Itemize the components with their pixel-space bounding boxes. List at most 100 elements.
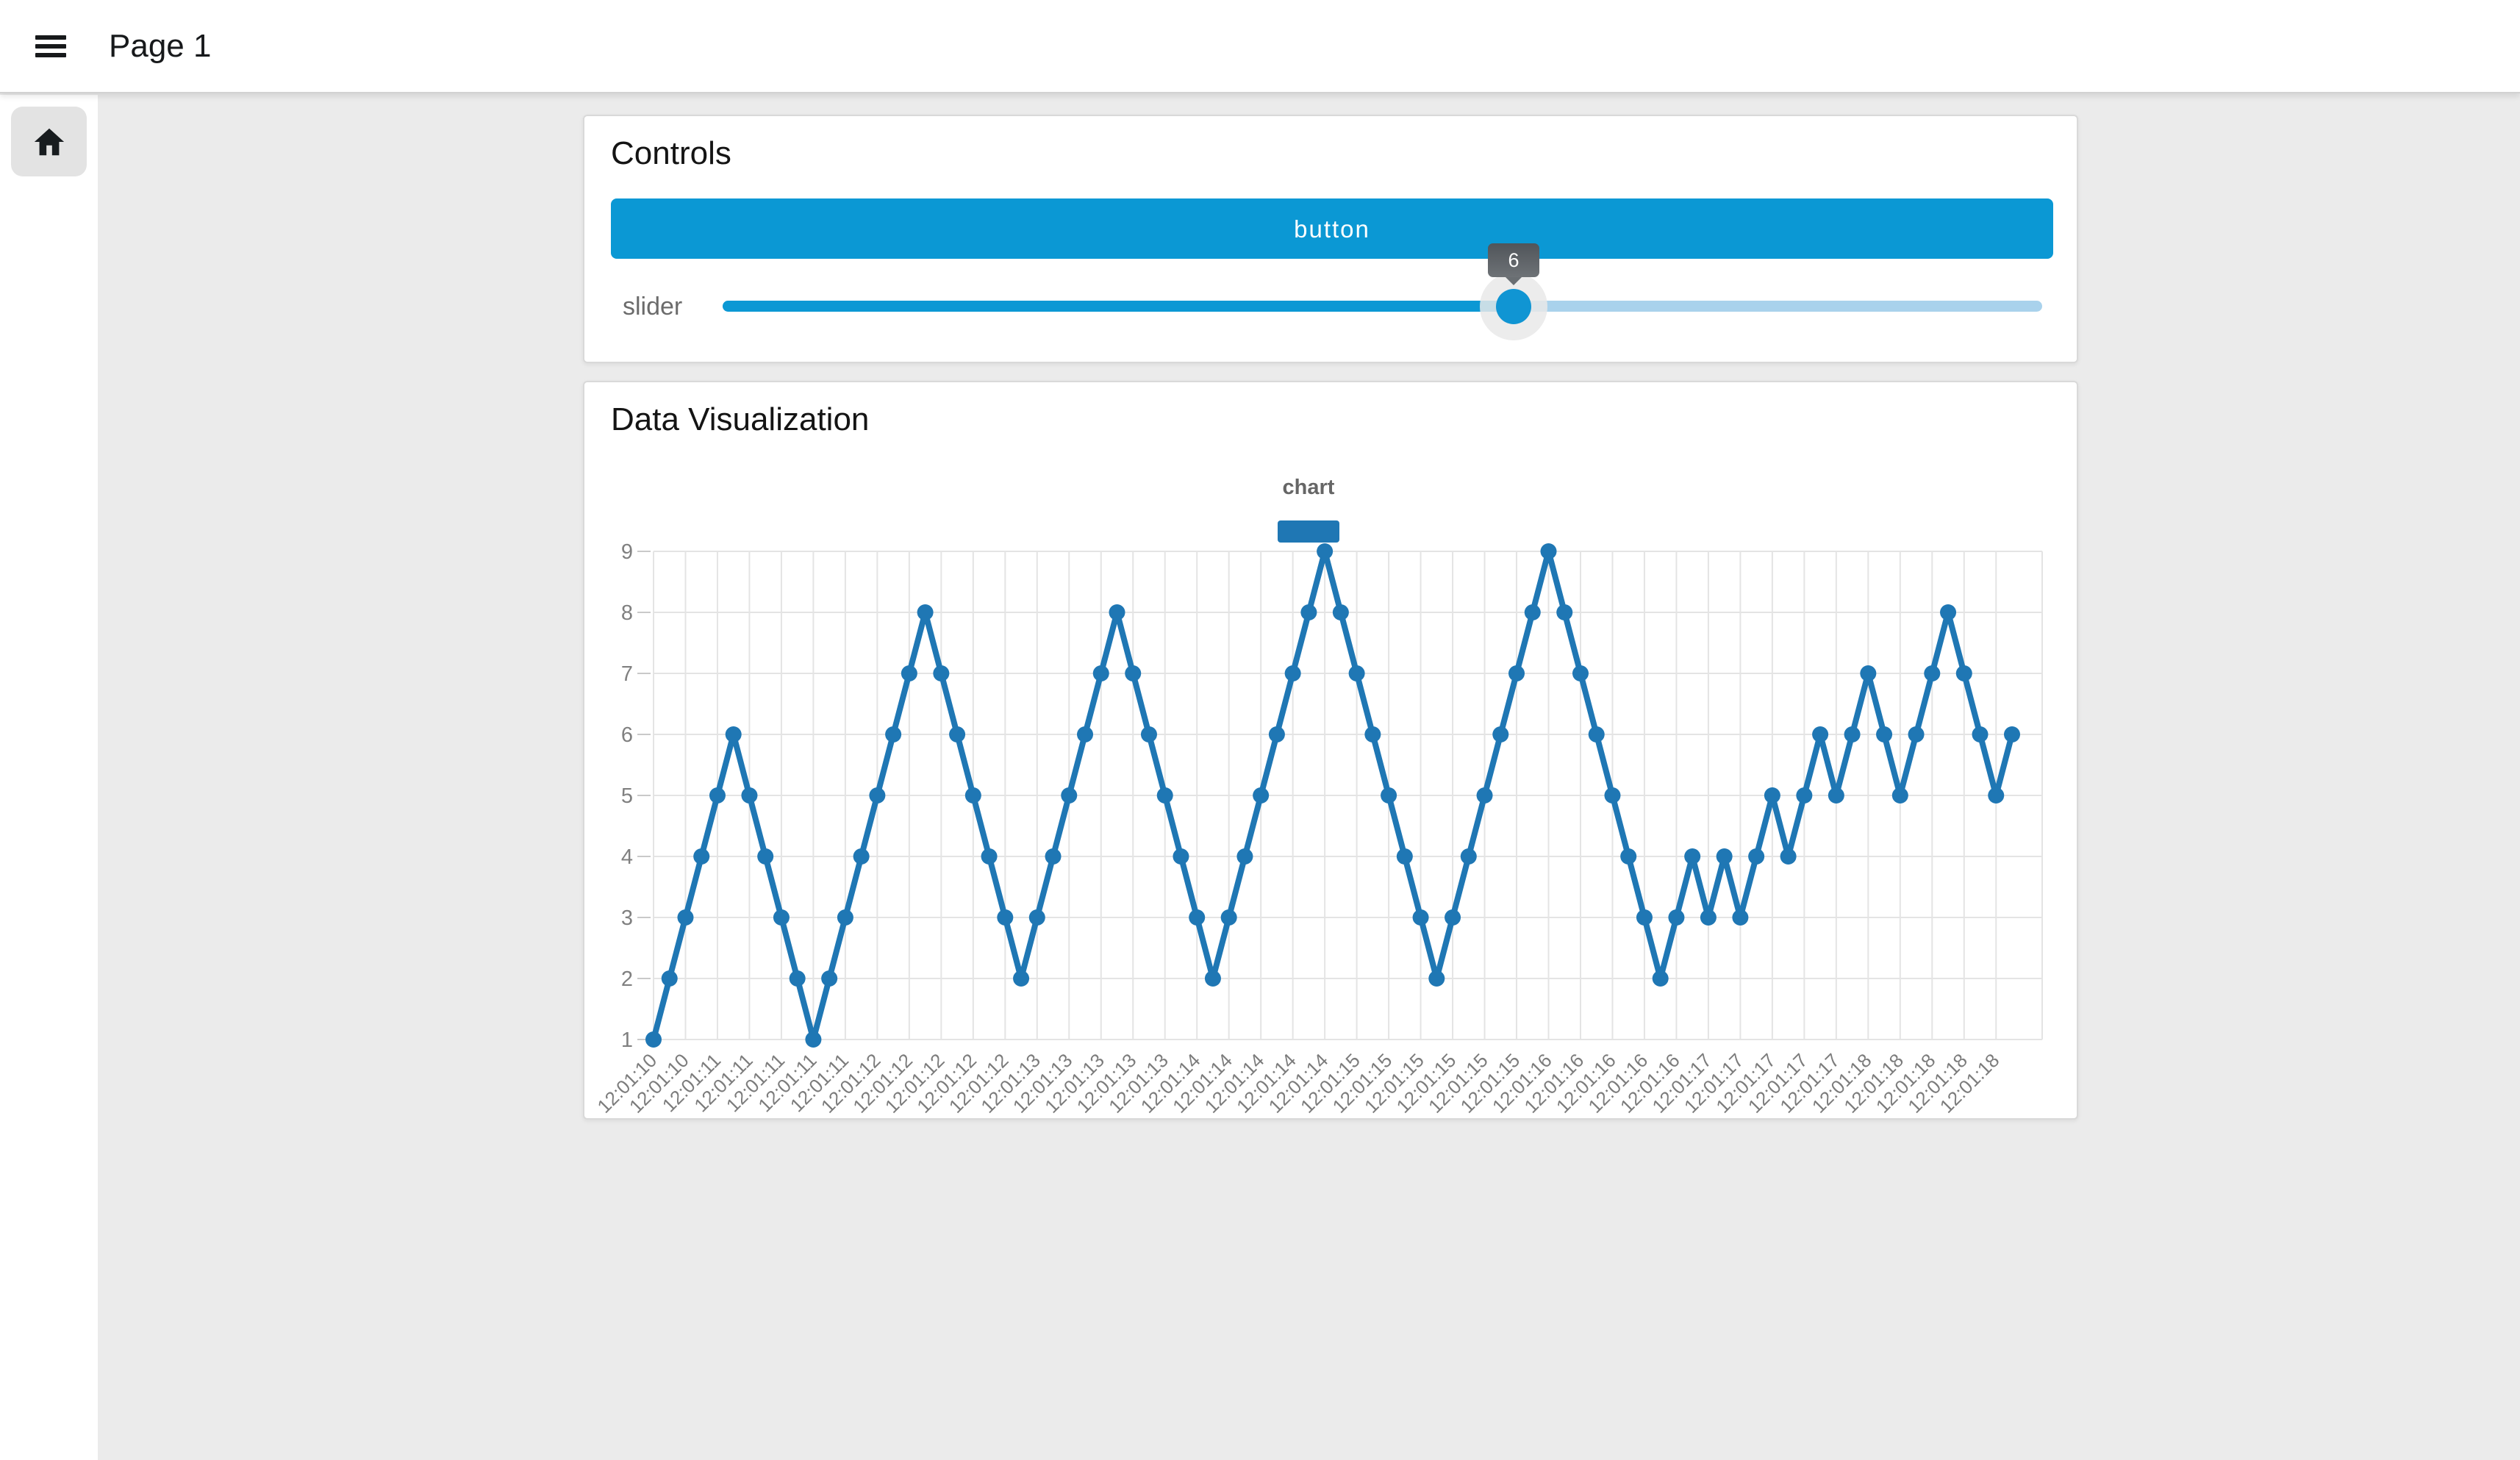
data-point (805, 1031, 821, 1048)
data-point (885, 726, 901, 742)
data-point (1397, 848, 1413, 865)
data-point (949, 726, 965, 742)
data-point (2004, 726, 2020, 742)
data-point (1445, 909, 1461, 926)
data-point (1364, 726, 1381, 742)
action-button[interactable]: button (611, 198, 2053, 259)
data-point (773, 909, 790, 926)
slider-value-tooltip: 6 (1488, 243, 1539, 277)
data-point (1732, 909, 1748, 926)
data-point (645, 1031, 662, 1048)
y-tick-label: 8 (621, 601, 633, 625)
data-point (662, 970, 678, 987)
data-point (1333, 604, 1349, 620)
controls-card: Controls button slider 6 (583, 115, 2078, 363)
data-point (1013, 970, 1029, 987)
data-point (1061, 787, 1077, 804)
data-point (821, 970, 837, 987)
data-point (853, 848, 870, 865)
data-point (837, 909, 853, 926)
data-point (1477, 787, 1493, 804)
data-point (1908, 726, 1925, 742)
data-point (790, 970, 806, 987)
data-point (1428, 970, 1445, 987)
data-point (1972, 726, 1989, 742)
data-point (1589, 726, 1605, 742)
data-point (917, 604, 934, 620)
data-point (869, 787, 885, 804)
data-point (1525, 604, 1541, 620)
y-tick-label: 1 (621, 1028, 633, 1052)
data-point (1924, 665, 1940, 681)
data-point (981, 848, 998, 865)
data-point (741, 787, 757, 804)
slider-track[interactable] (723, 301, 2042, 312)
data-point (1604, 787, 1620, 804)
data-point (1748, 848, 1764, 865)
data-point (1381, 787, 1397, 804)
data-point (1556, 604, 1572, 620)
slider-label: slider (623, 293, 682, 321)
data-point (1812, 726, 1828, 742)
data-point (693, 848, 709, 865)
data-point (1300, 604, 1317, 620)
data-point (1269, 726, 1285, 742)
y-tick-label: 5 (621, 784, 633, 808)
data-point (1461, 848, 1477, 865)
data-point (1780, 848, 1797, 865)
menu-icon[interactable] (35, 31, 66, 62)
data-point (1317, 543, 1333, 559)
y-tick-label: 6 (621, 723, 633, 747)
y-tick-label: 3 (621, 906, 633, 930)
data-point (1620, 848, 1636, 865)
legend-swatch (1278, 520, 1339, 543)
slider-fill (723, 301, 1513, 312)
data-point (1236, 848, 1253, 865)
data-point (1860, 665, 1876, 681)
sidebar-item-home[interactable] (11, 107, 87, 176)
data-point (1141, 726, 1157, 742)
visualization-card: Data Visualization 12345678912:01:1012:0… (583, 381, 2078, 1120)
data-point (1956, 665, 1972, 681)
controls-card-title: Controls (611, 135, 731, 172)
data-point (1572, 665, 1589, 681)
data-point (1093, 665, 1109, 681)
page-title: Page 1 (109, 28, 211, 65)
data-point (1349, 665, 1365, 681)
data-point (1636, 909, 1653, 926)
data-point (1413, 909, 1429, 926)
y-tick-label: 4 (621, 845, 633, 869)
data-point (1764, 787, 1780, 804)
data-point (1125, 665, 1141, 681)
data-point (1253, 787, 1269, 804)
data-point (1157, 787, 1173, 804)
data-point (1828, 787, 1844, 804)
data-point (997, 909, 1013, 926)
data-point (1541, 543, 1557, 559)
data-point (1700, 909, 1717, 926)
data-point (709, 787, 726, 804)
data-point (1109, 604, 1125, 620)
data-point (1205, 970, 1221, 987)
home-icon (32, 125, 66, 159)
data-point (1668, 909, 1684, 926)
data-point (1653, 970, 1669, 987)
data-point (1940, 604, 1956, 620)
y-tick-label: 9 (621, 540, 633, 564)
data-point (1717, 848, 1733, 865)
slider-handle[interactable] (1496, 289, 1531, 324)
data-point (1876, 726, 1892, 742)
data-point (933, 665, 949, 681)
data-point (1492, 726, 1508, 742)
data-point (1844, 726, 1861, 742)
data-point (1285, 665, 1301, 681)
data-point (1221, 909, 1237, 926)
data-point (677, 909, 693, 926)
data-point (757, 848, 773, 865)
data-point (965, 787, 981, 804)
y-tick-label: 2 (621, 967, 633, 991)
data-point (1508, 665, 1525, 681)
app-header: Page 1 (0, 0, 2520, 93)
data-point (1892, 787, 1908, 804)
line-chart: 12345678912:01:1012:01:1012:01:1112:01:1… (584, 382, 2080, 1120)
